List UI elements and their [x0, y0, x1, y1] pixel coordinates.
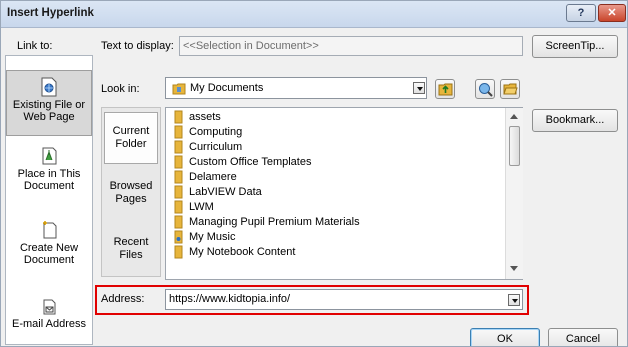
up-folder-icon	[438, 83, 453, 96]
link-create-new-document[interactable]: Create New Document	[6, 216, 92, 276]
folder-icon	[174, 170, 183, 184]
link-existing-file-label: Existing File or Web Page	[12, 99, 86, 123]
file-name: My Music	[189, 231, 236, 243]
scroll-up-icon[interactable]	[510, 114, 518, 119]
file-name: LWM	[189, 201, 214, 213]
up-folder-button[interactable]	[435, 79, 455, 99]
scroll-thumb[interactable]	[509, 126, 520, 166]
place-current-folder[interactable]: Current Folder	[104, 112, 158, 164]
address-value: https://www.kidtopia.info/	[169, 293, 291, 305]
browse-web-icon	[479, 83, 493, 97]
place-in-document-icon	[42, 147, 57, 165]
link-existing-file[interactable]: Existing File or Web Page	[6, 70, 92, 136]
look-in-value: My Documents	[190, 82, 264, 94]
link-place-in-document-label: Place in This Document	[17, 168, 81, 192]
folder-icon	[174, 155, 183, 169]
file-list-scrollbar[interactable]	[505, 108, 523, 279]
chevron-down-icon[interactable]	[508, 294, 520, 306]
folder-icon	[174, 140, 183, 154]
folder-icon	[174, 185, 183, 199]
address-label: Address:	[101, 293, 145, 305]
chevron-down-icon[interactable]	[413, 82, 425, 94]
link-create-new-document-label: Create New Document	[19, 242, 79, 266]
folder-icon	[174, 215, 183, 229]
file-name: Curriculum	[189, 141, 243, 153]
folder-icon	[174, 245, 183, 259]
insert-hyperlink-dialog: Insert Hyperlink ? ✕ Link to: Text to di…	[0, 0, 628, 347]
link-place-in-document[interactable]: Place in This Document	[6, 142, 92, 202]
link-email-address[interactable]: E-mail Address	[6, 292, 92, 342]
look-in-label: Look in:	[101, 83, 140, 95]
create-new-document-icon	[43, 221, 57, 239]
text-to-display-field[interactable]: <<Selection in Document>>	[179, 36, 523, 56]
link-to-panel: Existing File or Web Page Place in This …	[5, 55, 93, 345]
text-to-display-value: <<Selection in Document>>	[183, 40, 319, 52]
look-in-select[interactable]: My Documents	[165, 77, 427, 99]
file-list[interactable]: assets Computing Curriculum Custom Offic…	[165, 107, 523, 280]
close-button[interactable]: ✕	[598, 4, 626, 22]
scroll-down-icon[interactable]	[510, 266, 518, 271]
cancel-button[interactable]: Cancel	[548, 328, 618, 346]
existing-file-icon	[41, 77, 57, 97]
link-email-address-label: E-mail Address	[12, 318, 86, 330]
file-name: Delamere	[189, 171, 237, 183]
place-recent-files[interactable]: Recent Files	[104, 224, 158, 276]
help-button[interactable]: ?	[566, 4, 596, 22]
dialog-title: Insert Hyperlink	[7, 7, 94, 19]
address-input[interactable]: https://www.kidtopia.info/	[165, 289, 523, 310]
places-bar: Current Folder Browsed Pages Recent File…	[101, 107, 161, 277]
file-name: My Notebook Content	[189, 246, 296, 258]
file-name: assets	[189, 111, 221, 123]
place-browsed-pages[interactable]: Browsed Pages	[104, 168, 158, 220]
bookmark-button[interactable]: Bookmark...	[532, 109, 618, 132]
file-name: LabVIEW Data	[189, 186, 262, 198]
folder-icon	[174, 110, 183, 124]
folder-icon	[174, 200, 183, 214]
music-folder-icon	[174, 230, 183, 244]
folder-icon	[172, 83, 186, 95]
file-name: Computing	[189, 126, 243, 138]
folder-icon	[174, 125, 183, 139]
browse-web-button[interactable]	[475, 79, 495, 99]
open-folder-icon	[503, 83, 518, 95]
screentip-button[interactable]: ScreenTip...	[532, 35, 618, 58]
ok-button[interactable]: OK	[470, 328, 540, 346]
file-name: Custom Office Templates	[189, 156, 312, 168]
title-bar: Insert Hyperlink ? ✕	[1, 1, 627, 28]
text-to-display-label: Text to display:	[101, 40, 174, 52]
browse-file-button[interactable]	[500, 79, 520, 99]
link-to-label: Link to:	[17, 40, 53, 52]
file-name: Managing Pupil Premium Materials	[189, 216, 360, 228]
email-address-icon	[43, 299, 56, 315]
